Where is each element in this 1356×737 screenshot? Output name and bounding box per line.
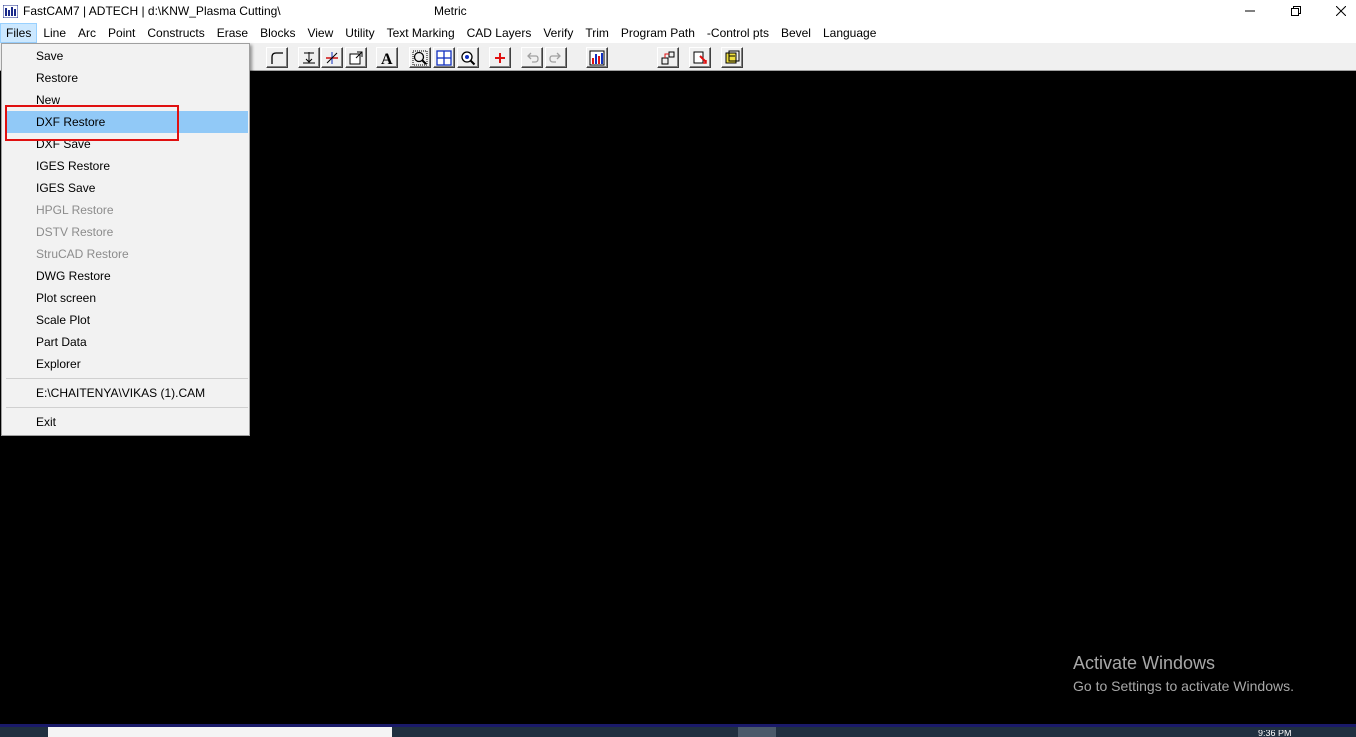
menu-control-pts[interactable]: -Control pts [701,23,775,43]
zoom-all-icon [436,49,452,66]
path-icon [661,51,675,64]
text-icon: A [381,51,393,66]
menu-separator [6,378,248,379]
verify-icon [693,51,707,64]
menu-item-explorer[interactable]: Explorer [6,353,248,375]
add-point-icon [495,52,505,63]
fillet-button[interactable] [266,47,288,68]
unit-indicator: Metric [434,4,467,18]
menu-text-marking[interactable]: Text Marking [381,23,461,43]
zoom-button[interactable] [457,47,479,68]
insert-block-button[interactable] [345,47,367,68]
close-icon [1336,6,1346,16]
menu-arc[interactable]: Arc [72,23,102,43]
chart-icon [589,50,605,65]
menu-bar: Files Line Arc Point Constructs Erase Bl… [0,23,1356,43]
activate-windows-watermark: Activate Windows Go to Settings to activ… [1073,652,1294,695]
menu-item-save[interactable]: Save [6,45,248,67]
window-title: FastCAM7 | ADTECH | d:\KNW_Plasma Cuttin… [23,4,281,18]
redo-button[interactable] [545,47,567,68]
menu-constructs[interactable]: Constructs [141,23,210,43]
menu-item-part-data[interactable]: Part Data [6,331,248,353]
zoom-all-button[interactable] [433,47,455,68]
taskbar-search[interactable] [48,727,392,737]
menu-item-scale-plot[interactable]: Scale Plot [6,309,248,331]
menu-blocks[interactable]: Blocks [254,23,301,43]
restore-button[interactable] [1273,0,1319,22]
menu-point[interactable]: Point [102,23,141,43]
menu-item-dstv-restore: DSTV Restore [36,225,114,239]
measure-icon [326,51,338,64]
menu-cad-layers[interactable]: CAD Layers [461,23,538,43]
redo-icon [549,52,561,63]
insert-block-icon [349,51,363,64]
path-button[interactable] [657,47,679,68]
zoom-window-icon [412,50,428,65]
close-button[interactable] [1318,0,1356,22]
menu-item-recent-file[interactable]: E:\CHAITENYA\VIKAS (1).CAM [6,382,248,404]
watermark-subtitle: Go to Settings to activate Windows. [1073,678,1294,694]
fillet-icon [271,51,283,64]
text-button[interactable]: A [376,47,398,68]
menu-verify[interactable]: Verify [537,23,579,43]
files-dropdown-menu: Save Restore New DXF Restore DXF Save IG… [1,43,250,436]
zoom-window-button[interactable] [409,47,431,68]
taskbar-app[interactable] [738,727,776,737]
title-bar: FastCAM7 | ADTECH | d:\KNW_Plasma Cuttin… [0,0,1356,23]
bevel-icon [725,50,740,63]
watermark-title: Activate Windows [1073,653,1216,673]
fastcam-app-icon [3,5,18,18]
menu-bevel[interactable]: Bevel [775,23,817,43]
add-point-button[interactable] [489,47,511,68]
menu-item-strucad-restore: StruCAD Restore [36,247,129,261]
zoom-icon [461,50,476,65]
bevel-button[interactable] [721,47,743,68]
menu-item-hpgl-restore: HPGL Restore [36,203,114,217]
dimension-icon [303,51,315,63]
menu-utility[interactable]: Utility [339,23,380,43]
menu-item-iges-save[interactable]: IGES Save [6,177,248,199]
measure-button[interactable] [321,47,343,68]
restore-icon [1291,6,1301,16]
text-tool-glyph: A [381,51,393,66]
menu-files[interactable]: Files [0,23,38,43]
menu-item-plot-screen[interactable]: Plot screen [6,287,248,309]
dimension-button[interactable] [298,47,320,68]
minimize-icon [1245,10,1255,12]
undo-icon [527,52,539,63]
undo-button[interactable] [521,47,543,68]
minimize-button[interactable] [1227,0,1273,22]
taskbar-clock: 9:36 PM [1258,730,1292,737]
chart-button[interactable] [586,47,608,68]
menu-item-exit[interactable]: Exit [6,411,248,433]
menu-item-iges-restore[interactable]: IGES Restore [6,155,248,177]
menu-language[interactable]: Language [817,23,882,43]
menu-trim[interactable]: Trim [579,23,615,43]
menu-program-path[interactable]: Program Path [615,23,701,43]
verify-button[interactable] [689,47,711,68]
menu-line[interactable]: Line [37,23,72,43]
menu-item-dwg-restore[interactable]: DWG Restore [6,265,248,287]
menu-separator [6,407,248,408]
menu-erase[interactable]: Erase [211,23,254,43]
menu-view[interactable]: View [301,23,339,43]
menu-item-restore[interactable]: Restore [6,67,248,89]
annotation-highlight-box [5,105,179,141]
